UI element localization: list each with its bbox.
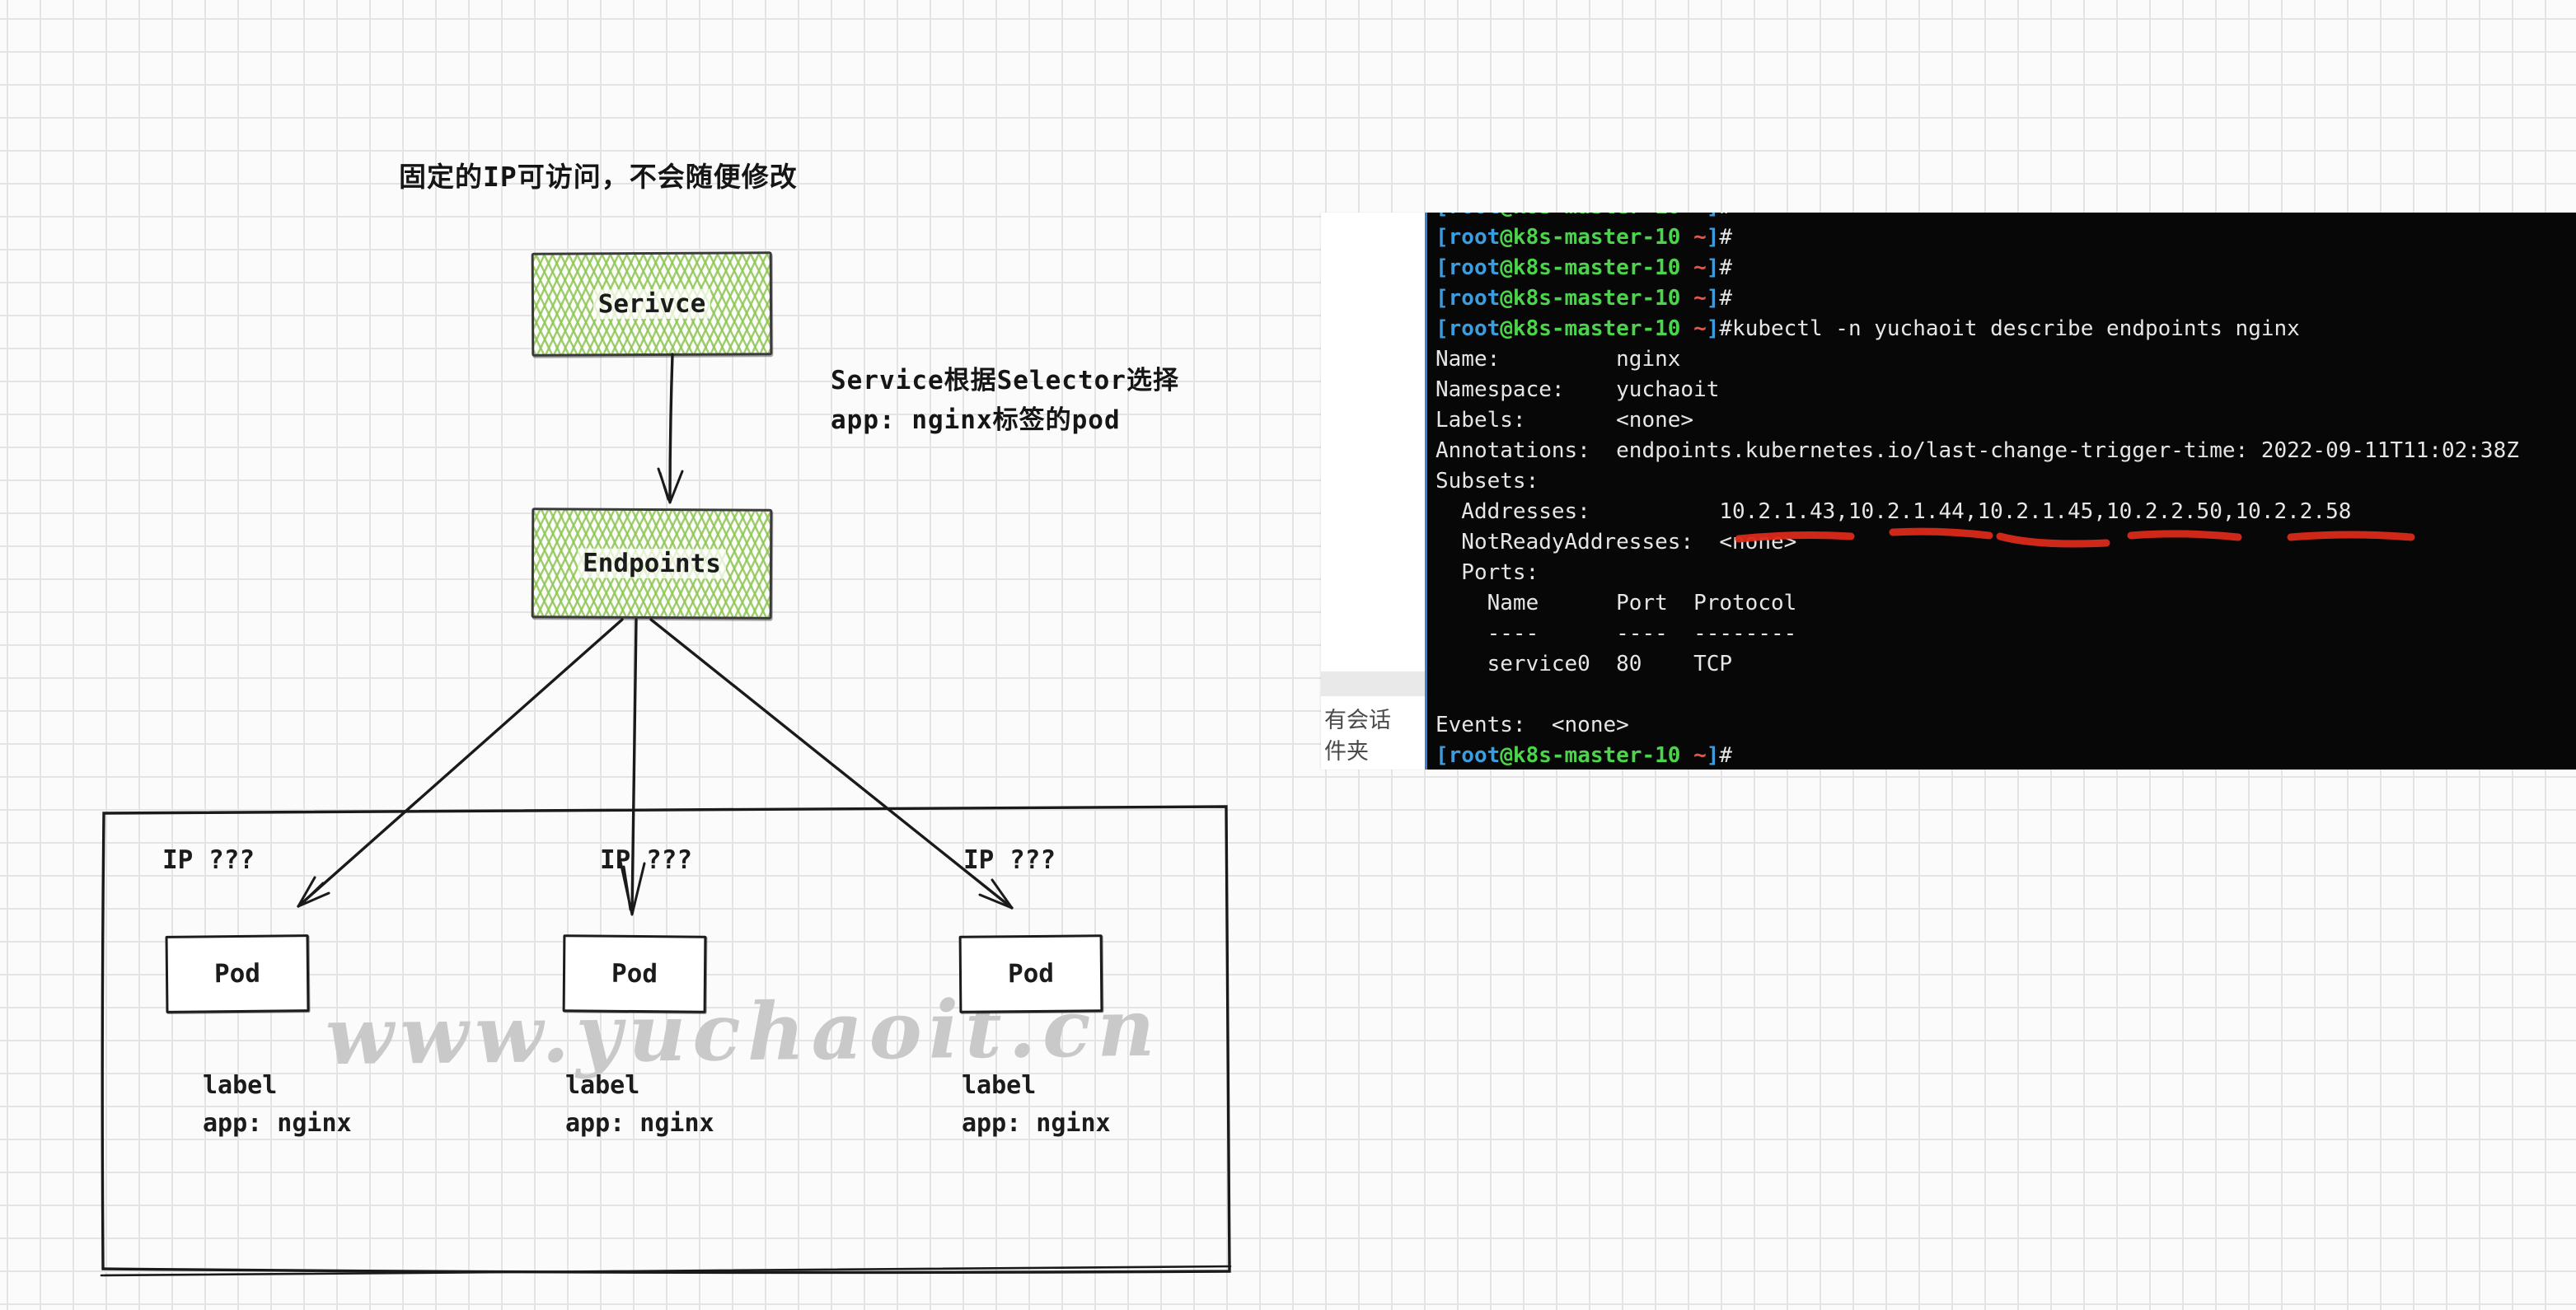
terminal-line: [root@k8s-master-10 ~]#: [1436, 283, 2576, 314]
terminal-line: Namespace: yuchaoit: [1436, 375, 2576, 405]
arrow-endpoints-pod3-head: [980, 880, 1012, 908]
terminal-line: Annotations: endpoints.kubernetes.io/las…: [1436, 436, 2576, 466]
pod1-box: Pod: [166, 934, 310, 1013]
pod3-label-key: label: [962, 1071, 1036, 1100]
service-box-label: Serivce: [593, 289, 711, 320]
arrow-service-endpoints: [670, 354, 672, 499]
arrow-endpoints-pod1-head: [298, 877, 329, 906]
terminal-line: Name Port Protocol: [1436, 588, 2576, 619]
terminal-line: Name: nginx: [1436, 344, 2576, 375]
terminal-line: Addresses: 10.2.1.43,10.2.1.44,10.2.1.45…: [1436, 497, 2576, 527]
endpoints-box: Endpoints: [532, 508, 773, 620]
terminal-line: ---- ---- --------: [1436, 619, 2576, 649]
pod3-label: Pod: [1008, 959, 1054, 989]
session-panel-item-folder[interactable]: 件夹: [1324, 733, 1369, 765]
pods-container-rect-echo: [101, 1266, 1230, 1275]
pod2-label-value: app: nginx: [565, 1109, 714, 1138]
pod1-label-key: label: [203, 1071, 277, 1100]
session-panel: 有会话 件夹: [1321, 213, 1425, 770]
terminal-line: [root@k8s-master-10 ~]#kubectl -n yuchao…: [1436, 314, 2576, 344]
terminal-line: [1436, 680, 2576, 710]
pod2-box: Pod: [563, 934, 707, 1013]
endpoints-box-label: Endpoints: [578, 549, 726, 579]
pod3-ip-label: IP ???: [963, 845, 1056, 875]
session-panel-item-sessions[interactable]: 有会话: [1324, 702, 1391, 734]
diagram-title-note: 固定的IP可访问，不会随便修改: [399, 155, 798, 194]
terminal-line: [root@k8s-master-10 ~]#: [1436, 222, 2576, 253]
session-panel-highlight-row: [1321, 671, 1425, 696]
arrow-endpoints-pod1: [298, 620, 622, 906]
terminal-line: [root@k8s-master-10 ~]#: [1436, 213, 2576, 222]
pod1-label: Pod: [214, 959, 260, 990]
terminal-line: Labels: <none>: [1436, 405, 2576, 436]
selector-note-line2: app: nginx标签的pod: [831, 399, 1121, 436]
arrow-service-endpoints-head: [658, 469, 682, 503]
terminal-line: [root@k8s-master-10 ~]#: [1436, 741, 2576, 770]
terminal-line: NotReadyAddresses: <none>: [1436, 527, 2576, 558]
pod3-box: Pod: [959, 934, 1103, 1013]
terminal-line: Events: <none>: [1436, 710, 2576, 741]
terminal-line: Ports:: [1436, 558, 2576, 588]
pod1-label-value: app: nginx: [203, 1109, 352, 1138]
terminal-line: service0 80 TCP: [1436, 649, 2576, 680]
selector-note-line1: Service根据Selector选择: [831, 359, 1179, 396]
pod1-ip-label: IP ???: [162, 845, 255, 875]
pod2-label: Pod: [611, 959, 658, 989]
terminal-output: [root@k8s-master-10 ~]#[root@k8s-master-…: [1436, 213, 2576, 770]
terminal-window[interactable]: [root@k8s-master-10 ~]#[root@k8s-master-…: [1425, 213, 2576, 770]
desktop-canvas: { "diagram": { "title_note": "固定的IP可访问，不…: [0, 0, 2576, 1310]
pod3-label-value: app: nginx: [962, 1109, 1111, 1138]
terminal-line: [root@k8s-master-10 ~]#: [1436, 253, 2576, 283]
pod2-label-key: label: [565, 1071, 639, 1100]
pod2-ip-label: IP ???: [600, 845, 692, 875]
terminal-line: Subsets:: [1436, 466, 2576, 497]
arrow-endpoints-pod3: [651, 620, 1012, 908]
service-box: Serivce: [532, 251, 773, 357]
